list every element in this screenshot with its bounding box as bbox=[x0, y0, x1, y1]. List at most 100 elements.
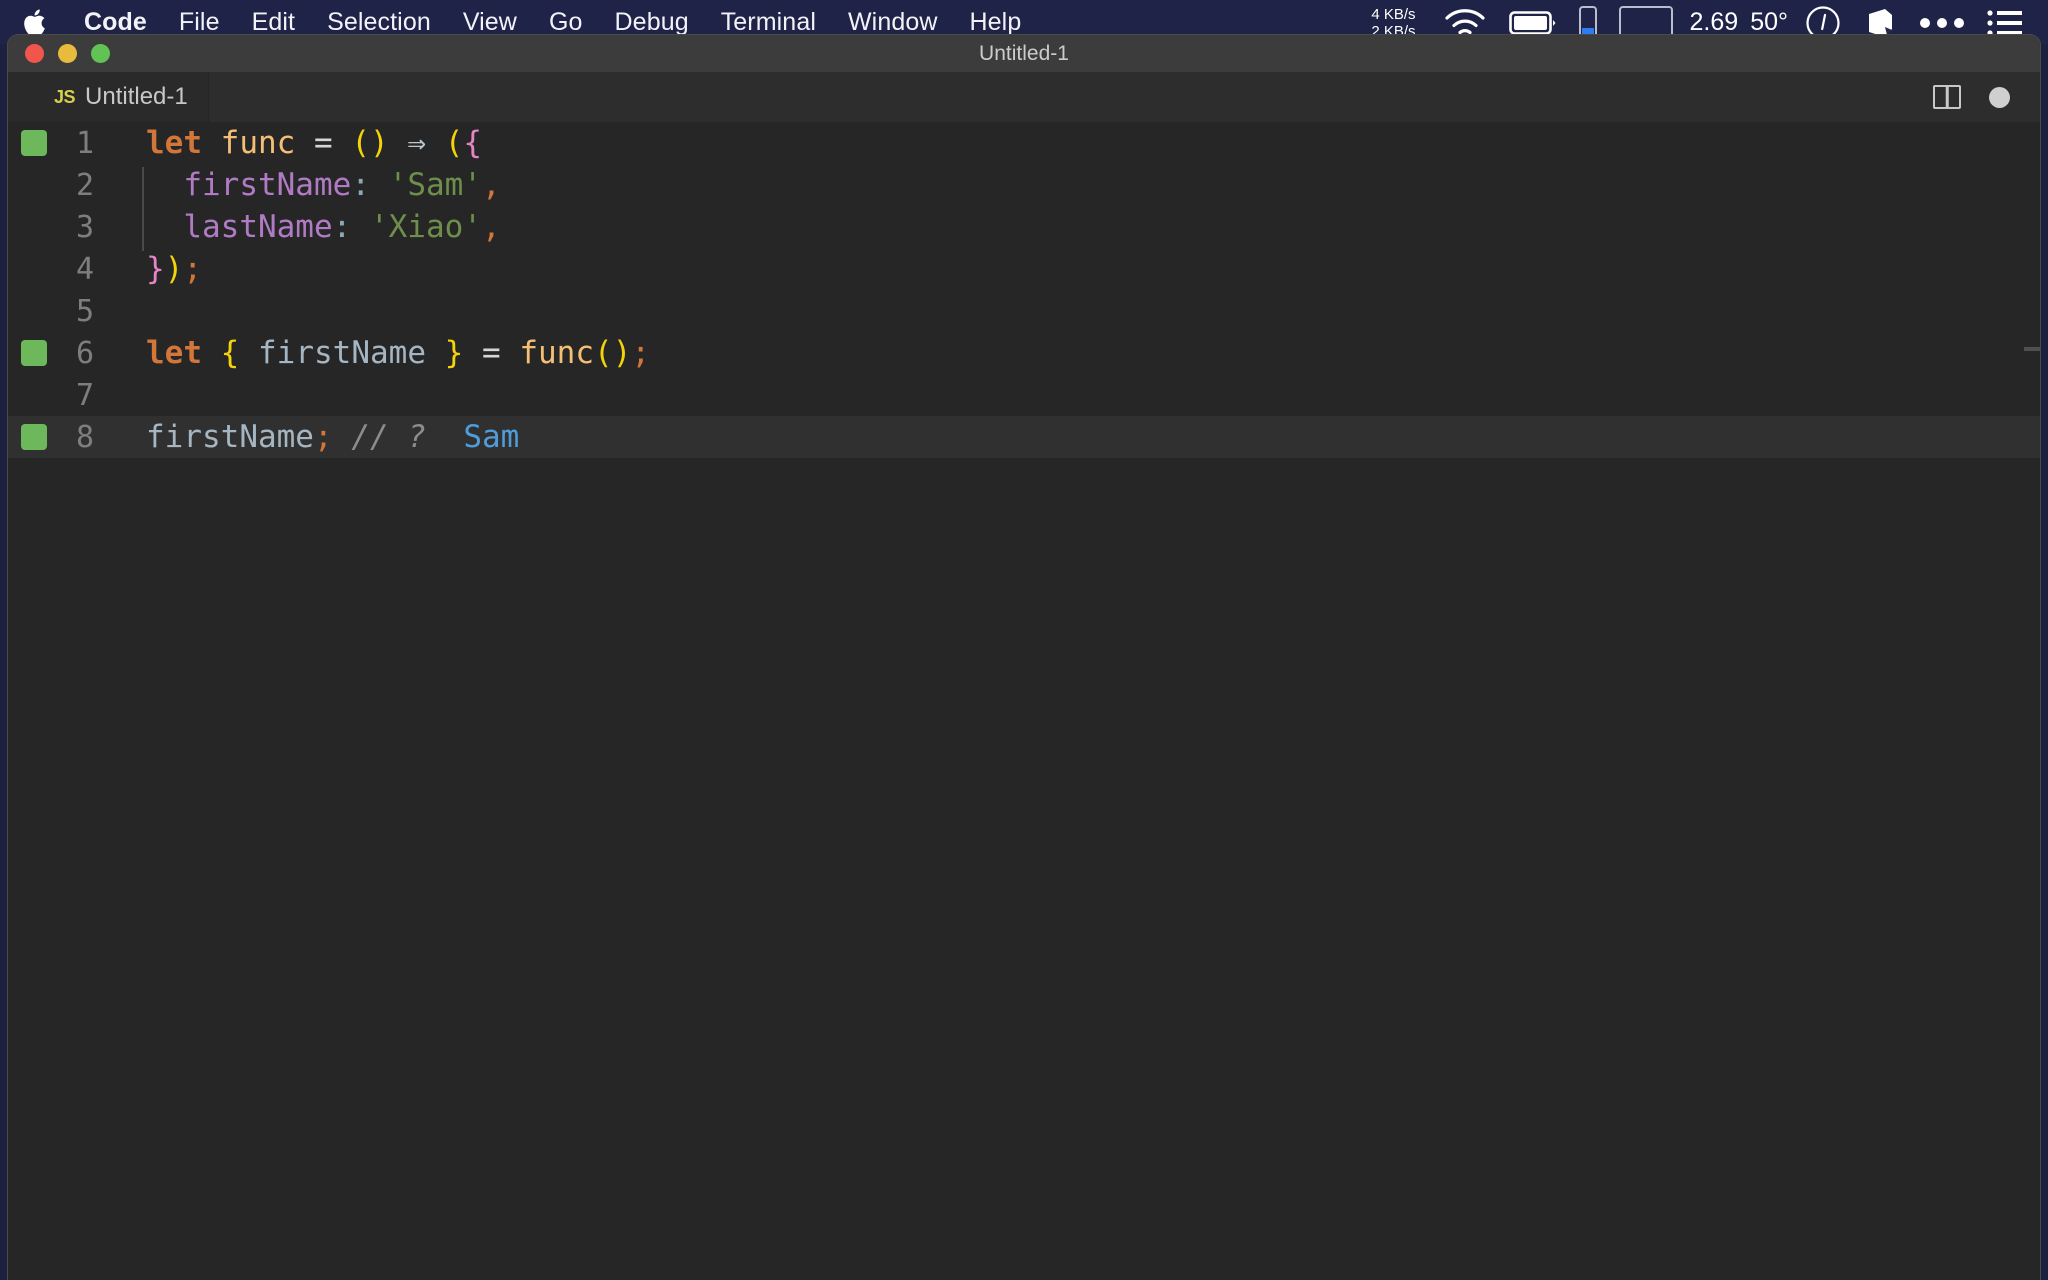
line-number: 4 bbox=[8, 252, 116, 287]
code-token: ; bbox=[631, 335, 650, 371]
code-text: firstName: 'Sam', bbox=[116, 167, 501, 203]
run-marker-icon[interactable] bbox=[21, 340, 47, 366]
code-token: ) bbox=[165, 251, 184, 287]
maximize-button[interactable] bbox=[91, 44, 110, 63]
code-token: firstName bbox=[146, 419, 314, 455]
code-token: ) bbox=[370, 125, 389, 161]
code-token: firstName bbox=[258, 335, 426, 371]
code-lines-container: 1let func = () ⇒ ({2 firstName: 'Sam',3 … bbox=[8, 122, 2040, 458]
code-token: ( bbox=[445, 125, 464, 161]
code-token: let bbox=[146, 335, 202, 371]
run-marker-icon[interactable] bbox=[21, 424, 47, 450]
code-line[interactable]: 3 lastName: 'Xiao', bbox=[8, 206, 2040, 248]
code-token bbox=[351, 209, 370, 245]
editor-scrollbar[interactable] bbox=[2024, 347, 2040, 351]
editor-action-bar bbox=[1933, 72, 2040, 122]
menu-item-terminal[interactable]: Terminal bbox=[705, 8, 832, 37]
code-token: ; bbox=[183, 251, 202, 287]
code-token: 'Sam' bbox=[389, 167, 482, 203]
code-token: = bbox=[314, 125, 333, 161]
code-token: let bbox=[146, 125, 202, 161]
menu-item-view[interactable]: View bbox=[447, 8, 533, 37]
window-title-bar: Untitled-1 bbox=[8, 35, 2040, 72]
indent-guide bbox=[142, 209, 144, 251]
code-token bbox=[146, 167, 183, 203]
code-token: firstName bbox=[183, 167, 351, 203]
code-token: 'Xiao' bbox=[370, 209, 482, 245]
code-token: : bbox=[351, 167, 370, 203]
code-token: { bbox=[463, 125, 482, 161]
window-title: Untitled-1 bbox=[979, 42, 1069, 66]
code-token bbox=[146, 209, 183, 245]
code-token bbox=[426, 419, 463, 455]
code-token: ; bbox=[314, 419, 333, 455]
menu-item-edit[interactable]: Edit bbox=[236, 8, 311, 37]
code-line[interactable]: 1let func = () ⇒ ({ bbox=[8, 122, 2040, 164]
javascript-file-icon: JS bbox=[54, 87, 75, 108]
code-token: ( bbox=[594, 335, 613, 371]
code-token: lastName bbox=[183, 209, 332, 245]
code-editor[interactable]: 1let func = () ⇒ ({2 firstName: 'Sam',3 … bbox=[8, 122, 2040, 1280]
code-text: }); bbox=[116, 251, 202, 287]
code-token bbox=[333, 419, 352, 455]
code-line[interactable]: 8firstName; // ? Sam bbox=[8, 416, 2040, 458]
code-token: func bbox=[519, 335, 594, 371]
temperature-value[interactable]: 50° bbox=[1744, 8, 1794, 37]
code-token: : bbox=[333, 209, 352, 245]
menu-item-file[interactable]: File bbox=[163, 8, 236, 37]
code-token bbox=[426, 335, 445, 371]
code-line[interactable]: 5 bbox=[8, 290, 2040, 332]
code-token bbox=[239, 335, 258, 371]
menu-item-help[interactable]: Help bbox=[954, 8, 1038, 37]
line-number: 2 bbox=[8, 168, 116, 203]
code-line[interactable]: 7 bbox=[8, 374, 2040, 416]
code-line[interactable]: 2 firstName: 'Sam', bbox=[8, 164, 2040, 206]
menu-item-debug[interactable]: Debug bbox=[599, 8, 705, 37]
code-token bbox=[295, 125, 314, 161]
code-token bbox=[202, 125, 221, 161]
window-controls bbox=[25, 35, 110, 72]
menu-item-go[interactable]: Go bbox=[533, 8, 599, 37]
editor-tab-bar: JS Untitled-1 bbox=[8, 72, 2040, 122]
unsaved-changes-dot-icon[interactable] bbox=[1989, 87, 2010, 108]
tab-untitled-1[interactable]: JS Untitled-1 bbox=[8, 72, 209, 122]
code-token: } bbox=[445, 335, 464, 371]
code-token bbox=[202, 335, 221, 371]
code-line[interactable]: 4}); bbox=[8, 248, 2040, 290]
code-token: = bbox=[482, 335, 501, 371]
split-editor-icon[interactable] bbox=[1933, 85, 1961, 109]
code-token bbox=[501, 335, 520, 371]
code-token: Sam bbox=[463, 419, 519, 455]
code-token bbox=[463, 335, 482, 371]
code-token: func bbox=[221, 125, 296, 161]
code-token bbox=[389, 125, 408, 161]
code-text: lastName: 'Xiao', bbox=[116, 209, 501, 245]
code-text: firstName; // ? Sam bbox=[116, 419, 519, 455]
apple-logo-icon[interactable] bbox=[22, 7, 48, 39]
close-button[interactable] bbox=[25, 44, 44, 63]
code-token: , bbox=[482, 167, 501, 203]
code-text: let func = () ⇒ ({ bbox=[116, 125, 482, 161]
code-token bbox=[370, 167, 389, 203]
network-download-speed: 4 KB/s bbox=[1371, 6, 1415, 23]
run-marker-icon[interactable] bbox=[21, 130, 47, 156]
code-token: } bbox=[146, 251, 165, 287]
code-token: // ? bbox=[351, 419, 426, 455]
code-line[interactable]: 6let { firstName } = func(); bbox=[8, 332, 2040, 374]
code-token bbox=[333, 125, 352, 161]
menu-item-window[interactable]: Window bbox=[832, 8, 954, 37]
indent-guide bbox=[142, 167, 144, 209]
code-text: let { firstName } = func(); bbox=[116, 335, 650, 371]
code-token: ( bbox=[351, 125, 370, 161]
cpu-load-value[interactable]: 2.69 bbox=[1684, 8, 1745, 37]
line-number: 3 bbox=[8, 210, 116, 245]
menu-item-selection[interactable]: Selection bbox=[311, 8, 447, 37]
vscode-window: Untitled-1 JS Untitled-1 1let func = () … bbox=[8, 35, 2040, 1280]
tab-label: Untitled-1 bbox=[85, 83, 188, 111]
code-token: { bbox=[221, 335, 240, 371]
line-number: 7 bbox=[8, 378, 116, 413]
line-number: 5 bbox=[8, 294, 116, 329]
code-token: ⇒ bbox=[407, 125, 426, 161]
minimize-button[interactable] bbox=[58, 44, 77, 63]
menu-item-code[interactable]: Code bbox=[68, 8, 163, 37]
